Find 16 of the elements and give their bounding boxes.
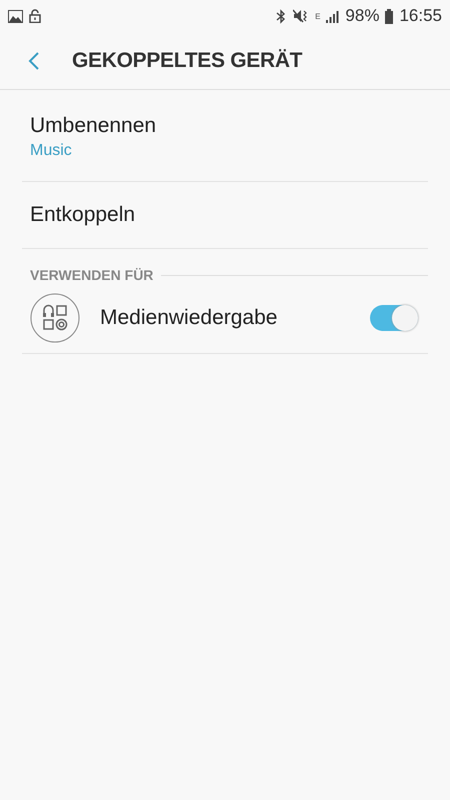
settings-item[interactable]: Entkoppeln <box>22 182 428 249</box>
page-title: GEKOPPELTES GERÄT <box>72 48 302 72</box>
mute-vibrate-icon <box>293 9 310 23</box>
battery-percent: 98% <box>345 6 380 26</box>
option-label: Medienwiedergabe <box>100 306 278 330</box>
media-icon <box>30 293 80 343</box>
toggle-switch[interactable] <box>370 305 418 331</box>
signal-icon <box>326 10 340 22</box>
section-title: VERWENDEN FÜR <box>30 267 154 283</box>
settings-item[interactable]: Umbenennen Music <box>22 90 428 182</box>
battery-icon <box>385 8 394 24</box>
network-type: E <box>315 12 320 20</box>
clock: 16:55 <box>399 6 442 26</box>
image-icon <box>8 10 23 22</box>
bluetooth-icon <box>275 8 288 24</box>
lock-icon <box>29 9 41 23</box>
